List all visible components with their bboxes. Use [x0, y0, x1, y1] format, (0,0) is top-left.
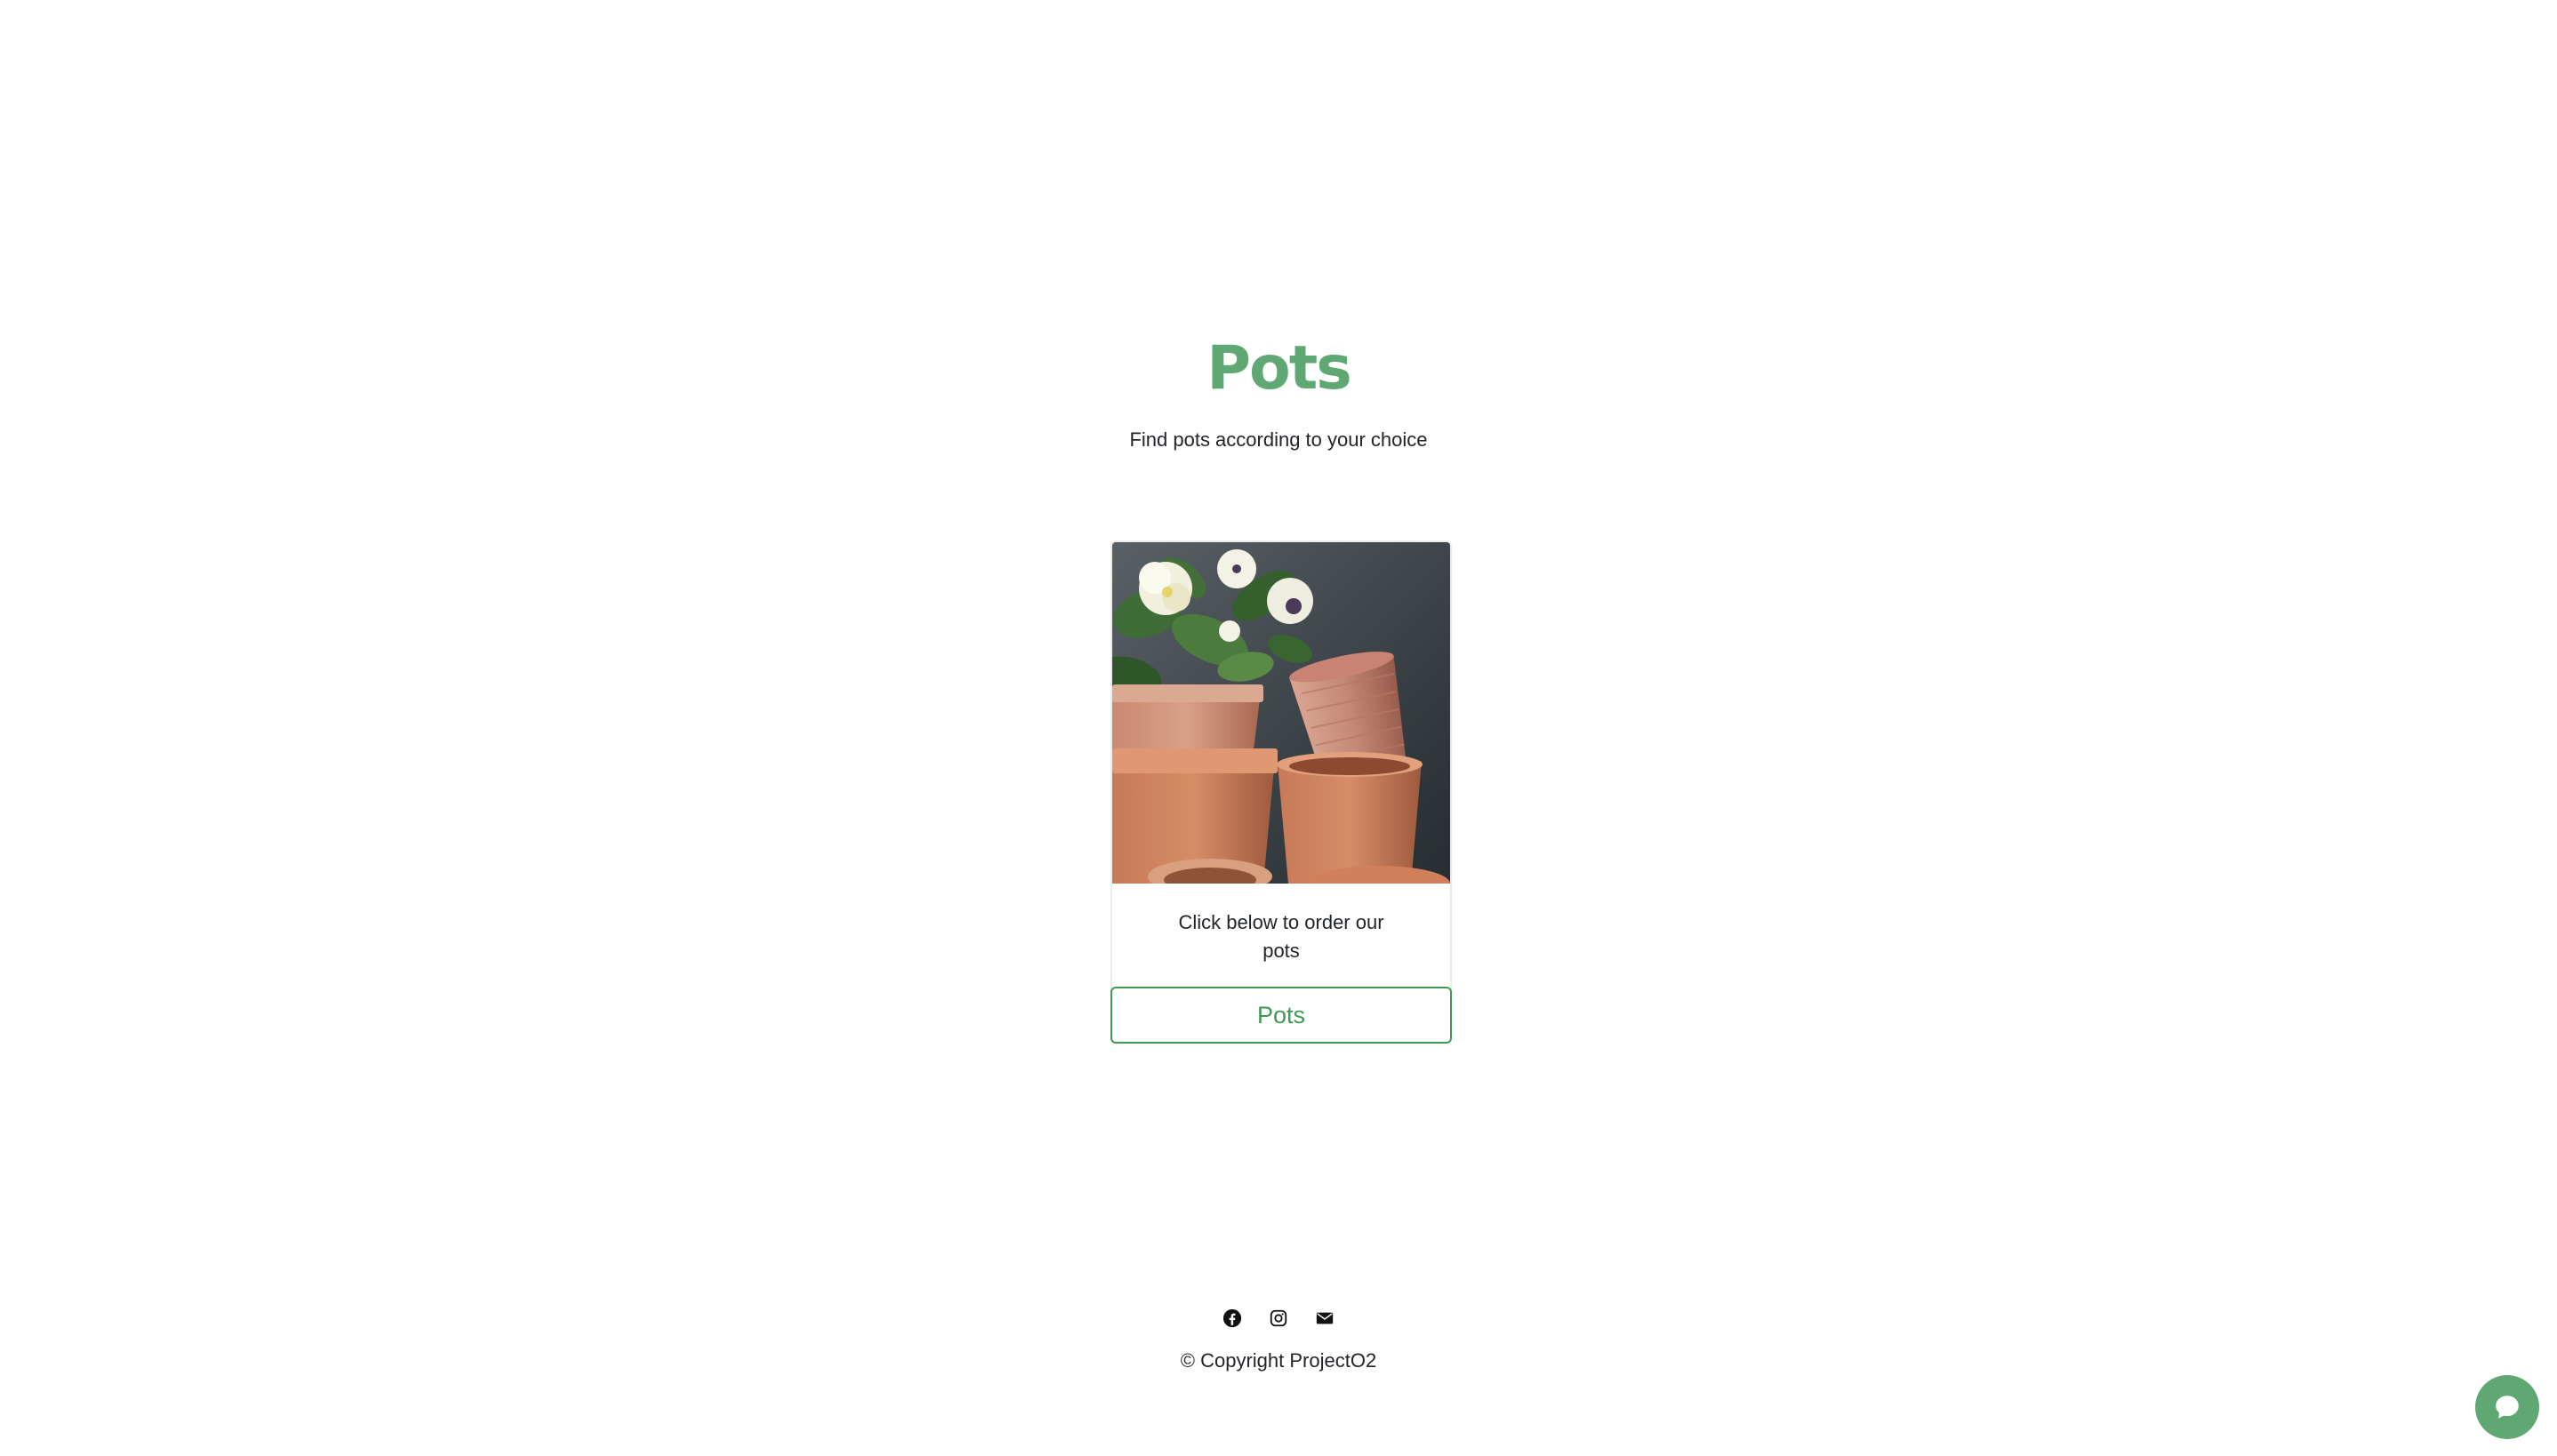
- pots-photo: [1112, 542, 1450, 884]
- card-text: Click below to order our pots: [1178, 911, 1384, 962]
- chat-button[interactable]: [2475, 1375, 2539, 1439]
- page-title: Pots: [1206, 333, 1352, 404]
- chat-bubble-icon: [2496, 1396, 2519, 1419]
- pots-button[interactable]: Pots: [1110, 987, 1452, 1044]
- footer: © Copyright ProjectO2: [0, 1308, 2557, 1374]
- page-subtitle: Find pots according to your choice: [1129, 428, 1428, 451]
- social-links: [0, 1308, 2557, 1328]
- instagram-icon[interactable]: [1269, 1308, 1288, 1328]
- hero-header: Pots Find pots according to your choice: [0, 329, 2557, 453]
- envelope-icon[interactable]: [1315, 1308, 1335, 1328]
- page: Pots Find pots according to your choice: [0, 0, 2557, 1456]
- facebook-icon[interactable]: [1222, 1308, 1242, 1328]
- pots-card: Click below to order our pots Pots: [1110, 540, 1452, 1044]
- copyright: © Copyright ProjectO2: [1180, 1349, 1377, 1372]
